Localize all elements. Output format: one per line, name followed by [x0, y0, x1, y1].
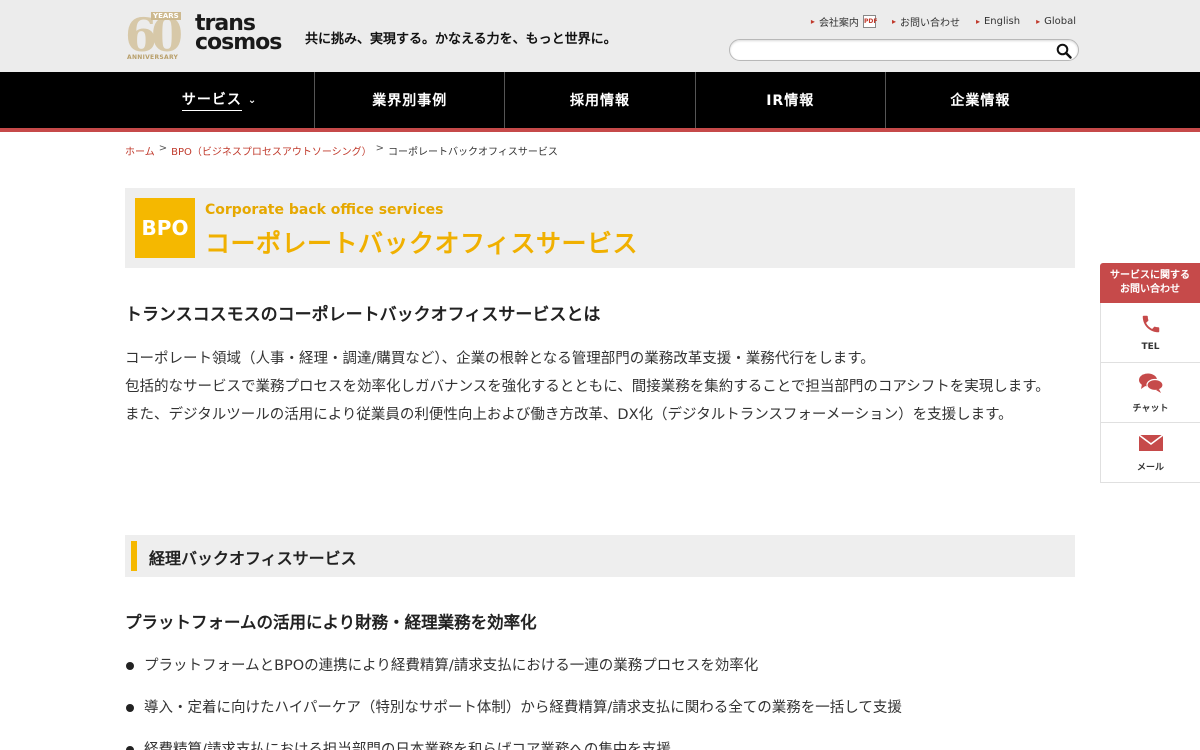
side-contact-label: メール — [1136, 462, 1164, 473]
nav-item-services[interactable]: サービス ⌄ — [125, 72, 316, 128]
util-link-contact[interactable]: ▸ お問い合わせ — [892, 14, 960, 29]
bpo-badge: BPO — [135, 198, 195, 258]
util-link-company[interactable]: ▸ 会社案内 PDF — [810, 14, 877, 29]
search-box — [729, 39, 1079, 61]
arrow-icon: ▸ — [810, 17, 815, 26]
util-link-label: English — [983, 16, 1021, 27]
breadcrumb-separator: > — [158, 143, 168, 154]
side-contact-label: チャット — [1132, 403, 1169, 414]
search-icon[interactable] — [1056, 43, 1072, 59]
site-logo[interactable]: 60 YEARS ANNIVERSARY trans cosmos — [125, 8, 285, 64]
breadcrumb-bpo[interactable]: BPO（ビジネスプロセスアウトソーシング） — [171, 143, 372, 158]
intro-heading: トランスコスモスのコーポレートバックオフィスサービスとは — [125, 305, 601, 325]
side-contact-tel[interactable]: TEL — [1100, 303, 1200, 363]
side-contact-chat[interactable]: チャット — [1100, 363, 1200, 423]
feature-list: プラットフォームとBPOの連携により経費精算/請求支払における一連の業務プロセス… — [125, 655, 1075, 750]
anniversary-label: ANNIVERSARY — [127, 54, 179, 61]
side-contact-label: TEL — [1141, 342, 1160, 352]
chat-icon — [1138, 372, 1164, 398]
arrow-icon: ▸ — [891, 17, 896, 26]
side-contact-header-line: お問い合わせ — [1120, 284, 1180, 295]
section-band: 経理バックオフィスサービス — [125, 535, 1075, 577]
intro-text: コーポレート領域（人事・経理・調達/購買など）、企業の根幹となる管理部門の業務改… — [125, 345, 1075, 429]
nav-item-label: 業界別事例 — [372, 93, 448, 109]
sub-heading: プラットフォームの活用により財務・経理業務を効率化 — [125, 613, 537, 632]
list-item: 導入・定着に向けたハイパーケア（特別なサポート体制）から経費精算/請求支払に関わ… — [125, 697, 1075, 719]
util-link-label: 会社案内 — [818, 18, 859, 29]
util-link-global[interactable]: ▸ Global — [1036, 14, 1076, 29]
breadcrumb-home[interactable]: ホーム — [125, 143, 155, 158]
util-link-label: お問い合わせ — [899, 18, 960, 29]
breadcrumb: ホーム > BPO（ビジネスプロセスアウトソーシング） > コーポレートバックオ… — [125, 143, 558, 158]
brand-name: trans cosmos — [195, 13, 282, 55]
nav-item-label: 採用情報 — [570, 93, 630, 109]
util-link-label: Global — [1044, 16, 1076, 27]
intro-paragraph: 包括的なサービスで業務プロセスを効率化しガバナンスを強化するとともに、間接業務を… — [125, 379, 1050, 395]
list-item: プラットフォームとBPOの連携により経費精算/請求支払における一連の業務プロセス… — [125, 655, 1075, 677]
arrow-icon: ▸ — [975, 17, 980, 26]
breadcrumb-separator: > — [375, 143, 385, 154]
page-title-block: BPO Corporate back office services コーポレー… — [125, 188, 1075, 268]
search-input[interactable] — [740, 42, 1050, 58]
nav-item-industry-cases[interactable]: 業界別事例 — [315, 72, 506, 128]
pdf-icon: PDF — [862, 15, 877, 28]
global-nav: サービス ⌄ 業界別事例 採用情報 IR情報 企業情報 — [0, 72, 1200, 132]
mail-icon — [1138, 433, 1164, 457]
nav-item-recruit[interactable]: 採用情報 — [505, 72, 696, 128]
list-item: 経費精算/請求支払における担当部門の日本業務を和らげコア業務への集中を支援 — [125, 739, 1075, 750]
breadcrumb-current: コーポレートバックオフィスサービス — [388, 147, 558, 158]
site-header: 60 YEARS ANNIVERSARY trans cosmos 共に挑み、実… — [0, 0, 1200, 72]
nav-item-company[interactable]: 企業情報 — [886, 72, 1075, 128]
intro-paragraph: また、デジタルツールの活用により従業員の利便性向上および働き方改革、DX化（デジ… — [125, 407, 1013, 423]
nav-item-ir[interactable]: IR情報 — [696, 72, 886, 128]
util-link-english[interactable]: ▸ English — [976, 14, 1020, 29]
chevron-down-icon: ⌄ — [247, 94, 258, 106]
side-contact-mail[interactable]: メール — [1100, 423, 1200, 483]
nav-item-label: サービス — [181, 89, 242, 111]
anniversary-mark: 60 YEARS ANNIVERSARY — [125, 8, 185, 64]
nav-item-label: IR情報 — [766, 93, 815, 109]
section-accent-bar — [131, 541, 137, 571]
side-contact-header[interactable]: サービスに関する お問い合わせ — [1100, 263, 1200, 303]
anniversary-years: YEARS — [151, 12, 181, 20]
side-contact-header-line: サービスに関する — [1110, 270, 1190, 281]
intro-paragraph: コーポレート領域（人事・経理・調達/購買など）、企業の根幹となる管理部門の業務改… — [125, 351, 875, 367]
phone-icon — [1140, 313, 1162, 339]
nav-item-label: 企業情報 — [950, 93, 1011, 109]
page-title-en: Corporate back office services — [205, 202, 444, 218]
tagline: 共に挑み、実現する。かなえる力を、もっと世界に。 — [305, 32, 617, 47]
brand-line-2: cosmos — [195, 30, 282, 55]
page-title: コーポレートバックオフィスサービス — [205, 229, 639, 258]
utility-links: ▸ 会社案内 PDF ▸ お問い合わせ ▸ English ▸ Global — [811, 14, 1076, 29]
arrow-icon: ▸ — [1036, 17, 1041, 26]
side-contact-panel: サービスに関する お問い合わせ TEL チャット メール — [1100, 263, 1200, 483]
section-title: 経理バックオフィスサービス — [149, 549, 357, 568]
